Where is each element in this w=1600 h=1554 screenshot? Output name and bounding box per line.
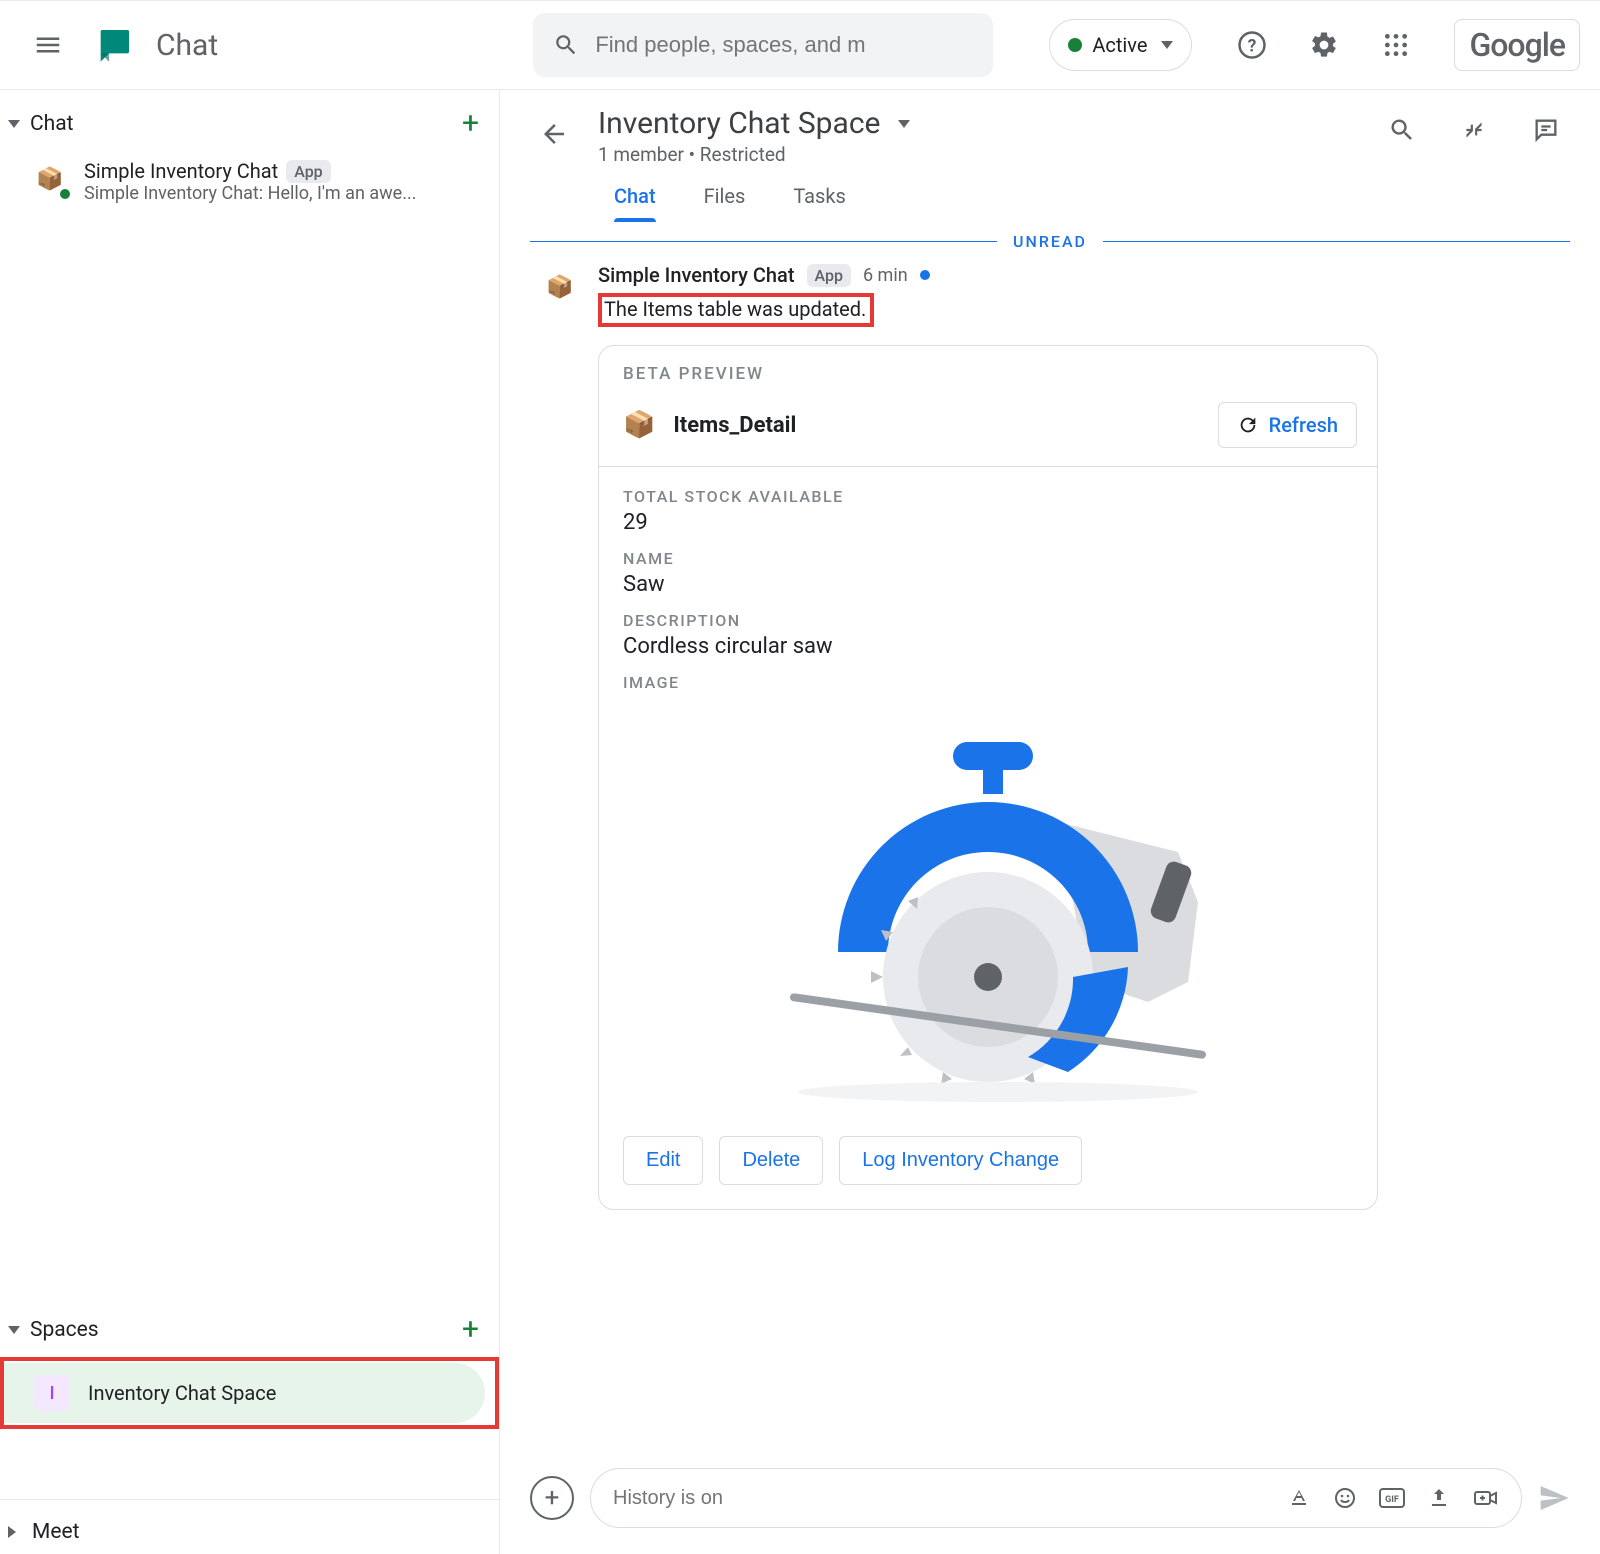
refresh-label: Refresh bbox=[1269, 413, 1338, 437]
settings-gear-icon[interactable] bbox=[1300, 21, 1348, 69]
tab-chat[interactable]: Chat bbox=[614, 184, 656, 222]
presence-dot-icon bbox=[58, 187, 72, 201]
annotation-highlight: I Inventory Chat Space bbox=[0, 1357, 499, 1429]
caret-down-icon bbox=[8, 120, 20, 128]
space-menu-caret-icon[interactable] bbox=[898, 120, 910, 128]
message: 📦 Simple Inventory Chat App 6 min The It… bbox=[540, 263, 1560, 1210]
video-call-icon[interactable] bbox=[1473, 1486, 1499, 1510]
sender-avatar-icon: 📦 bbox=[540, 267, 580, 307]
meet-section-header[interactable]: Meet bbox=[0, 1504, 499, 1554]
log-change-button[interactable]: Log Inventory Change bbox=[839, 1136, 1082, 1185]
app-title: Chat bbox=[156, 28, 218, 63]
unread-dot-icon bbox=[920, 270, 930, 280]
status-label: Active bbox=[1092, 33, 1147, 57]
field-label-name: NAME bbox=[623, 549, 1353, 568]
composer-add-button[interactable]: + bbox=[530, 1476, 574, 1520]
card-beta-label: BETA PREVIEW bbox=[599, 346, 1377, 396]
field-value-stock: 29 bbox=[623, 510, 1353, 535]
new-chat-button[interactable]: + bbox=[462, 106, 479, 141]
new-space-button[interactable]: + bbox=[462, 1312, 479, 1347]
composer-input[interactable] bbox=[613, 1487, 1269, 1510]
field-value-name: Saw bbox=[623, 572, 1353, 597]
search-icon bbox=[553, 32, 579, 58]
tab-files[interactable]: Files bbox=[704, 184, 746, 222]
field-label-image: IMAGE bbox=[623, 673, 1353, 692]
composer-row: + GIF bbox=[500, 1449, 1600, 1554]
space-title: Inventory Chat Space bbox=[598, 106, 880, 141]
refresh-button[interactable]: Refresh bbox=[1218, 402, 1357, 448]
chat-logo-icon bbox=[92, 23, 136, 67]
gif-icon[interactable]: GIF bbox=[1379, 1488, 1405, 1508]
tab-tasks[interactable]: Tasks bbox=[793, 184, 846, 222]
spaces-section-header[interactable]: Spaces + bbox=[0, 1296, 499, 1357]
composer[interactable]: GIF bbox=[590, 1468, 1522, 1528]
unread-label: UNREAD bbox=[1013, 232, 1087, 251]
sidebar: Chat + 📦 Simple Inventory Chat App Simpl… bbox=[0, 90, 500, 1554]
field-label-desc: DESCRIPTION bbox=[623, 611, 1353, 630]
send-button[interactable] bbox=[1538, 1482, 1570, 1514]
item-card: BETA PREVIEW 📦 Items_Detail Refresh bbox=[598, 345, 1378, 1210]
space-subtitle: 1 member • Restricted bbox=[598, 143, 910, 166]
message-time: 6 min bbox=[863, 265, 908, 286]
chat-section-label: Chat bbox=[30, 112, 74, 136]
space-item[interactable]: I Inventory Chat Space bbox=[4, 1363, 485, 1423]
emoji-icon[interactable] bbox=[1333, 1486, 1357, 1510]
top-actions: ? Google bbox=[1228, 19, 1580, 71]
field-value-desc: Cordless circular saw bbox=[623, 634, 1353, 659]
svg-text:GIF: GIF bbox=[1385, 1495, 1399, 1505]
chat-panel-icon[interactable] bbox=[1522, 106, 1570, 154]
card-title: Items_Detail bbox=[673, 413, 796, 438]
caret-right-icon bbox=[8, 1526, 22, 1538]
main-panel: Inventory Chat Space 1 member • Restrict… bbox=[500, 90, 1600, 1554]
caret-down-icon bbox=[1161, 41, 1173, 49]
tabs: Chat Files Tasks bbox=[530, 166, 1570, 222]
main-menu-icon[interactable] bbox=[20, 17, 76, 73]
search-box[interactable] bbox=[533, 13, 993, 77]
chat-avatar-icon: 📦 bbox=[30, 159, 70, 199]
chat-item-preview: Simple Inventory Chat: Hello, I'm an awe… bbox=[84, 183, 464, 204]
meet-section-label: Meet bbox=[32, 1520, 79, 1544]
help-icon[interactable]: ? bbox=[1228, 21, 1276, 69]
format-text-icon[interactable] bbox=[1287, 1486, 1311, 1510]
google-logo[interactable]: Google bbox=[1454, 19, 1580, 71]
message-text: The Items table was updated. bbox=[598, 293, 874, 327]
caret-down-icon bbox=[8, 1326, 20, 1334]
status-selector[interactable]: Active bbox=[1049, 19, 1192, 71]
delete-button[interactable]: Delete bbox=[719, 1136, 823, 1185]
space-avatar-icon: I bbox=[34, 1375, 70, 1411]
field-label-stock: TOTAL STOCK AVAILABLE bbox=[623, 487, 1353, 506]
chat-item-title: Simple Inventory Chat bbox=[84, 159, 278, 183]
apps-grid-icon[interactable] bbox=[1372, 21, 1420, 69]
app-badge: App bbox=[807, 264, 851, 287]
space-item-name: Inventory Chat Space bbox=[88, 1381, 276, 1405]
search-input[interactable] bbox=[595, 32, 973, 58]
card-image bbox=[623, 702, 1353, 1112]
spaces-section-label: Spaces bbox=[30, 1318, 99, 1342]
presence-dot-icon bbox=[1068, 38, 1082, 52]
unread-divider: UNREAD bbox=[500, 232, 1600, 251]
search-in-space-icon[interactable] bbox=[1378, 106, 1426, 154]
collapse-icon[interactable] bbox=[1450, 106, 1498, 154]
edit-button[interactable]: Edit bbox=[623, 1136, 703, 1185]
upload-icon[interactable] bbox=[1427, 1486, 1451, 1510]
svg-text:?: ? bbox=[1248, 36, 1257, 56]
chat-section-header[interactable]: Chat + bbox=[0, 90, 499, 151]
back-button[interactable] bbox=[530, 110, 578, 158]
app-badge: App bbox=[286, 160, 330, 183]
chat-item[interactable]: 📦 Simple Inventory Chat App Simple Inven… bbox=[0, 151, 499, 212]
card-icon: 📦 bbox=[623, 410, 655, 440]
message-sender: Simple Inventory Chat bbox=[598, 263, 795, 287]
top-bar: Chat Active ? Google bbox=[0, 0, 1600, 90]
refresh-icon bbox=[1237, 414, 1259, 436]
